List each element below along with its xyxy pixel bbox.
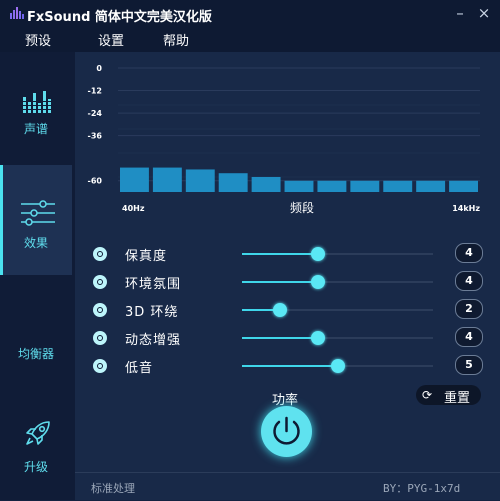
spectrum-bar [218, 173, 248, 192]
slider-fill [242, 365, 338, 367]
spectrum-bar [416, 180, 446, 192]
spectrum-bar [284, 180, 314, 192]
slider-fill [242, 337, 319, 339]
sidebar-item-label: 声谱 [23, 122, 48, 136]
slider-thumb[interactable] [273, 303, 288, 317]
credit-text: BY：PYG-1x7d [383, 482, 461, 495]
close-button[interactable]: × [474, 4, 494, 22]
effect-label: 3D 环绕 [125, 305, 179, 320]
sidebar-item-effects[interactable]: 效果 [0, 165, 72, 275]
spectrum-bar [317, 180, 347, 192]
effect-label: 动态增强 [125, 333, 182, 348]
y-tick-label: -24 [88, 109, 103, 118]
effect-value: 4 [455, 271, 483, 291]
effect-value: 4 [455, 243, 483, 263]
effect-label: 低音 [125, 361, 154, 376]
x-axis-title: 频段 [290, 200, 314, 215]
menu-settings[interactable]: 设置 [98, 30, 124, 49]
effect-row: 保真度 4 [75, 242, 500, 266]
y-tick-label: 0 [96, 64, 102, 73]
reset-label: 重置 [444, 391, 471, 406]
slider-fill [242, 253, 319, 255]
sidebar-item-label: 均衡器 [17, 347, 54, 361]
effect-toggle-icon[interactable] [93, 247, 107, 261]
reset-button[interactable]: ⟳ 重置 [416, 385, 481, 406]
spectrum-bar [383, 180, 413, 192]
spectrum-bar [251, 176, 281, 192]
slider-fill [242, 281, 319, 283]
effect-value: 2 [455, 299, 483, 319]
effect-row: 环境氛围 4 [75, 270, 500, 294]
slider-thumb[interactable] [311, 275, 326, 289]
title-bar: FxSound 简体中文完美汉化版 – × [0, 0, 500, 27]
spectrum-icon [23, 91, 51, 113]
rocket-icon [26, 421, 50, 445]
minimize-button[interactable]: – [450, 4, 470, 22]
effect-row: 动态增强 4 [75, 326, 500, 350]
menu-presets[interactable]: 预设 [25, 30, 51, 49]
effect-value: 5 [455, 355, 483, 375]
sidebar-item-upgrade[interactable]: 升级 [0, 390, 72, 500]
processing-mode-status: 标准处理 [91, 482, 135, 495]
sidebar: 声谱 效果 均衡器 升级 [0, 52, 75, 500]
effect-slider[interactable] [242, 359, 433, 373]
y-tick-label: -12 [88, 87, 102, 96]
sidebar-item-label: 效果 [23, 236, 48, 250]
y-tick-label: -36 [88, 132, 103, 141]
effect-toggle-icon[interactable] [93, 303, 107, 317]
power-button[interactable] [261, 406, 312, 457]
spectrum-bar [449, 180, 478, 192]
effect-label: 环境氛围 [125, 277, 182, 292]
effect-toggle-icon[interactable] [93, 275, 107, 289]
y-tick-label: -60 [88, 177, 103, 186]
effect-slider[interactable] [242, 331, 433, 345]
effect-toggle-icon[interactable] [93, 359, 107, 373]
app-title: FxSound 简体中文完美汉化版 [27, 10, 212, 25]
power-icon [273, 416, 300, 445]
effect-toggle-icon[interactable] [93, 331, 107, 345]
spectrum-bar [152, 167, 182, 192]
effect-slider[interactable] [242, 303, 433, 317]
effect-slider[interactable] [242, 247, 433, 261]
slider-thumb[interactable] [330, 359, 345, 373]
fxsound-logo-icon [10, 7, 24, 19]
effect-row: 低音 5 [75, 354, 500, 378]
sidebar-item-equalizer[interactable]: 均衡器 [0, 292, 72, 402]
effect-slider[interactable] [242, 275, 433, 289]
x-tick-label: 40Hz [122, 204, 145, 213]
main-panel: 0 -12 -24 -36 -60 40Hz 14kHz 频段 保真度 4 环境氛围 4 3D 环绕 2… [75, 52, 500, 500]
menu-help[interactable]: 帮助 [163, 30, 189, 49]
spectrum-bar [120, 167, 149, 192]
spectrum-bar [185, 169, 215, 192]
effect-label: 保真度 [125, 249, 168, 264]
status-bar: 标准处理 BY：PYG-1x7d [75, 472, 500, 501]
sliders-icon [21, 200, 55, 226]
refresh-icon: ⟳ [422, 388, 433, 402]
menu-bar: 预设 设置 帮助 [0, 27, 500, 52]
effect-value: 4 [455, 327, 483, 347]
sidebar-item-spectrum[interactable]: 声谱 [0, 52, 72, 162]
slider-thumb[interactable] [311, 331, 326, 345]
slider-thumb[interactable] [311, 247, 326, 261]
sidebar-item-label: 升级 [23, 460, 48, 474]
x-tick-label: 14kHz [452, 204, 480, 213]
spectrum-bar [350, 180, 380, 192]
effect-row: 3D 环绕 2 [75, 298, 500, 322]
